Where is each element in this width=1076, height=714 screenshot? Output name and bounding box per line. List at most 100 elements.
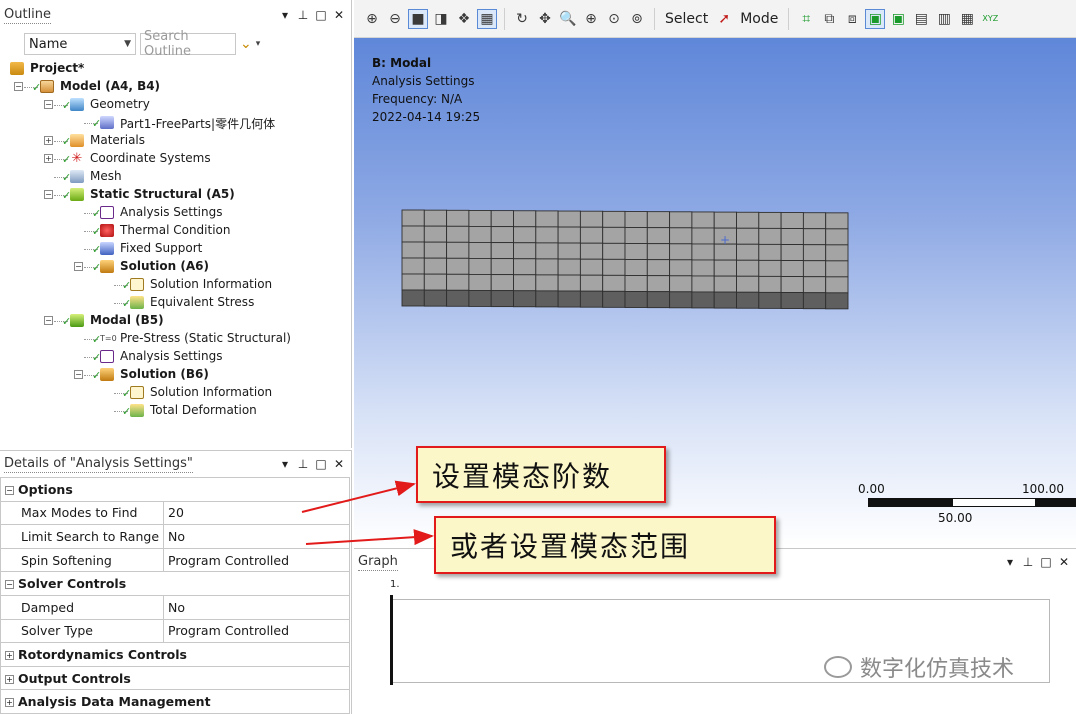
expand-icon[interactable]: + <box>44 136 53 145</box>
filter-options-icon[interactable]: ⌄ <box>240 36 252 52</box>
details-property-row[interactable]: Max Modes to Find 20 <box>0 500 350 526</box>
name-filter-select[interactable]: Name ▼ <box>24 33 136 55</box>
expand-icon[interactable]: + <box>5 650 14 660</box>
coordinate-triad-icon[interactable]: XYZ <box>980 9 1000 29</box>
tree-node[interactable]: − ✓ Static Structural (A5) <box>0 186 350 204</box>
mesh-element <box>579 242 604 260</box>
filter-dropdown-icon[interactable]: ▾ <box>256 39 261 49</box>
close-icon[interactable]: ✕ <box>331 7 347 23</box>
tree-node[interactable]: ✓ Fixed Support <box>0 240 350 258</box>
details-property-row[interactable]: Damped No <box>0 594 350 620</box>
tree-node[interactable]: ✓ Solution Information <box>0 276 350 294</box>
pin-icon[interactable]: ⊥ <box>1020 554 1036 570</box>
display-options-icon[interactable]: ❖ <box>454 9 474 29</box>
tree-node[interactable]: ✓ Equivalent Stress <box>0 294 350 312</box>
select-element-icon[interactable]: ▥ <box>934 9 954 29</box>
zoom-in-icon[interactable]: ⊕ <box>362 9 382 29</box>
details-property-row[interactable]: Limit Search to Range No <box>0 524 350 549</box>
select-face-icon[interactable]: ⧈ <box>842 9 862 29</box>
pin-icon[interactable]: ⊥ <box>295 7 311 23</box>
tree-node[interactable]: ✓ T=0 Pre-Stress (Static Structural) <box>0 330 350 348</box>
dropdown-icon[interactable]: ▾ <box>277 456 293 472</box>
tree-node[interactable]: Project* <box>0 60 350 78</box>
collapse-icon[interactable]: − <box>44 100 53 109</box>
box-zoom-icon[interactable]: ⊕ <box>581 9 601 29</box>
pan-icon[interactable]: ✥ <box>535 9 555 29</box>
tree-node[interactable]: ✓ Analysis Settings <box>0 204 350 222</box>
details-group-row[interactable]: + Output Controls <box>0 665 350 691</box>
collapse-icon[interactable]: − <box>74 370 83 379</box>
collapse-icon[interactable]: − <box>44 190 53 199</box>
pin-icon[interactable]: ⊥ <box>295 456 311 472</box>
details-property-row[interactable]: Spin Softening Program Controlled <box>0 547 350 573</box>
tree-node[interactable]: − ✓ Solution (A6) <box>0 258 350 276</box>
extend-selection-icon[interactable]: ▦ <box>957 9 977 29</box>
collapse-icon[interactable]: − <box>14 82 23 91</box>
mesh-element <box>602 258 626 276</box>
details-group-row[interactable]: − Solver Controls <box>0 571 350 596</box>
close-icon[interactable]: ✕ <box>331 456 347 472</box>
expand-icon[interactable]: + <box>5 674 14 684</box>
tree-node[interactable]: + ✓ ✳ Coordinate Systems <box>0 150 350 168</box>
outline-tree: Project* − ✓ Model (A4, B4) − ✓ Geometry ✓ Part1… <box>0 60 350 420</box>
magnifier-icon[interactable]: ⊚ <box>627 9 647 29</box>
property-value[interactable]: Program Controlled <box>163 547 350 573</box>
select-label[interactable]: Select <box>665 11 708 27</box>
zoom-out-icon[interactable]: ⊖ <box>385 9 405 29</box>
collapse-icon[interactable]: − <box>74 262 83 271</box>
zoom-icon[interactable]: 🔍 <box>558 9 578 29</box>
expand-icon[interactable]: + <box>5 698 14 708</box>
tree-node[interactable]: ✓ Mesh <box>0 168 350 186</box>
tree-node[interactable]: − ✓ Model (A4, B4) <box>0 78 350 96</box>
tree-node[interactable]: ✓ Part1-FreeParts|零件几何体 <box>0 114 350 132</box>
property-name: Spin Softening <box>0 547 165 573</box>
wireframe-view-icon[interactable]: ◨ <box>431 9 451 29</box>
select-node-icon[interactable]: ▣ <box>888 9 908 29</box>
shaded-view-icon[interactable]: ■ <box>408 8 428 29</box>
select-vertex-icon[interactable]: ⌗ <box>796 9 816 29</box>
tree-node[interactable]: ✓ Analysis Settings <box>0 348 350 366</box>
collapse-icon[interactable]: − <box>5 580 14 590</box>
details-group-row[interactable]: + Rotordynamics Controls <box>0 642 350 667</box>
property-value[interactable]: 20 <box>163 500 350 526</box>
expand-icon[interactable]: + <box>44 154 53 163</box>
property-value[interactable]: Program Controlled <box>163 618 350 644</box>
tree-node[interactable]: ✓ Total Deformation <box>0 402 350 420</box>
property-value[interactable]: No <box>163 594 350 620</box>
select-edge-icon[interactable]: ⧉ <box>819 9 839 29</box>
property-value[interactable]: No <box>163 524 350 549</box>
tree-node[interactable]: − ✓ Geometry <box>0 96 350 114</box>
mesh-element <box>780 276 804 294</box>
mesh-element <box>468 257 492 275</box>
tree-node[interactable]: ✓ Thermal Condition <box>0 222 350 240</box>
close-icon[interactable]: ✕ <box>1056 554 1072 570</box>
search-outline-input[interactable]: Search Outline <box>140 29 236 59</box>
dropdown-icon[interactable]: ▾ <box>1002 554 1018 570</box>
maximize-icon[interactable]: □ <box>313 456 329 472</box>
select-pointer-icon[interactable]: ➚ <box>714 9 734 29</box>
details-property-row[interactable]: Solver Type Program Controlled <box>0 618 350 644</box>
details-group-row[interactable]: − Options <box>0 477 350 502</box>
collapse-icon[interactable]: − <box>44 316 53 325</box>
select-element-face-icon[interactable]: ▤ <box>911 9 931 29</box>
tree-node[interactable]: − ✓ Modal (B5) <box>0 312 350 330</box>
total-deformation-icon <box>130 404 144 417</box>
tree-node[interactable]: + ✓ Materials <box>0 132 350 150</box>
mode-dropdown[interactable]: Mode <box>740 11 778 27</box>
rotate-icon[interactable]: ↻ <box>512 9 532 29</box>
maximize-icon[interactable]: □ <box>313 7 329 23</box>
tree-node-label: Modal (B5) <box>90 313 164 327</box>
tree-node[interactable]: − ✓ Solution (B6) <box>0 366 350 384</box>
mesh-element <box>691 211 715 229</box>
tree-node-label: Geometry <box>90 97 150 111</box>
select-body-icon[interactable]: ▣ <box>865 8 886 29</box>
mesh-element <box>490 290 514 308</box>
maximize-icon[interactable]: □ <box>1038 554 1054 570</box>
dropdown-icon[interactable]: ▾ <box>277 7 293 23</box>
tree-node[interactable]: ✓ Solution Information <box>0 384 350 402</box>
collapse-icon[interactable]: − <box>5 485 14 495</box>
zoom-to-fit-icon[interactable]: ⊙ <box>604 9 624 29</box>
details-grid: − Options Max Modes to Find 20 Limit Search … <box>0 477 350 714</box>
details-group-row[interactable]: + Analysis Data Management <box>0 689 350 714</box>
show-mesh-icon[interactable]: ▦ <box>477 8 497 29</box>
